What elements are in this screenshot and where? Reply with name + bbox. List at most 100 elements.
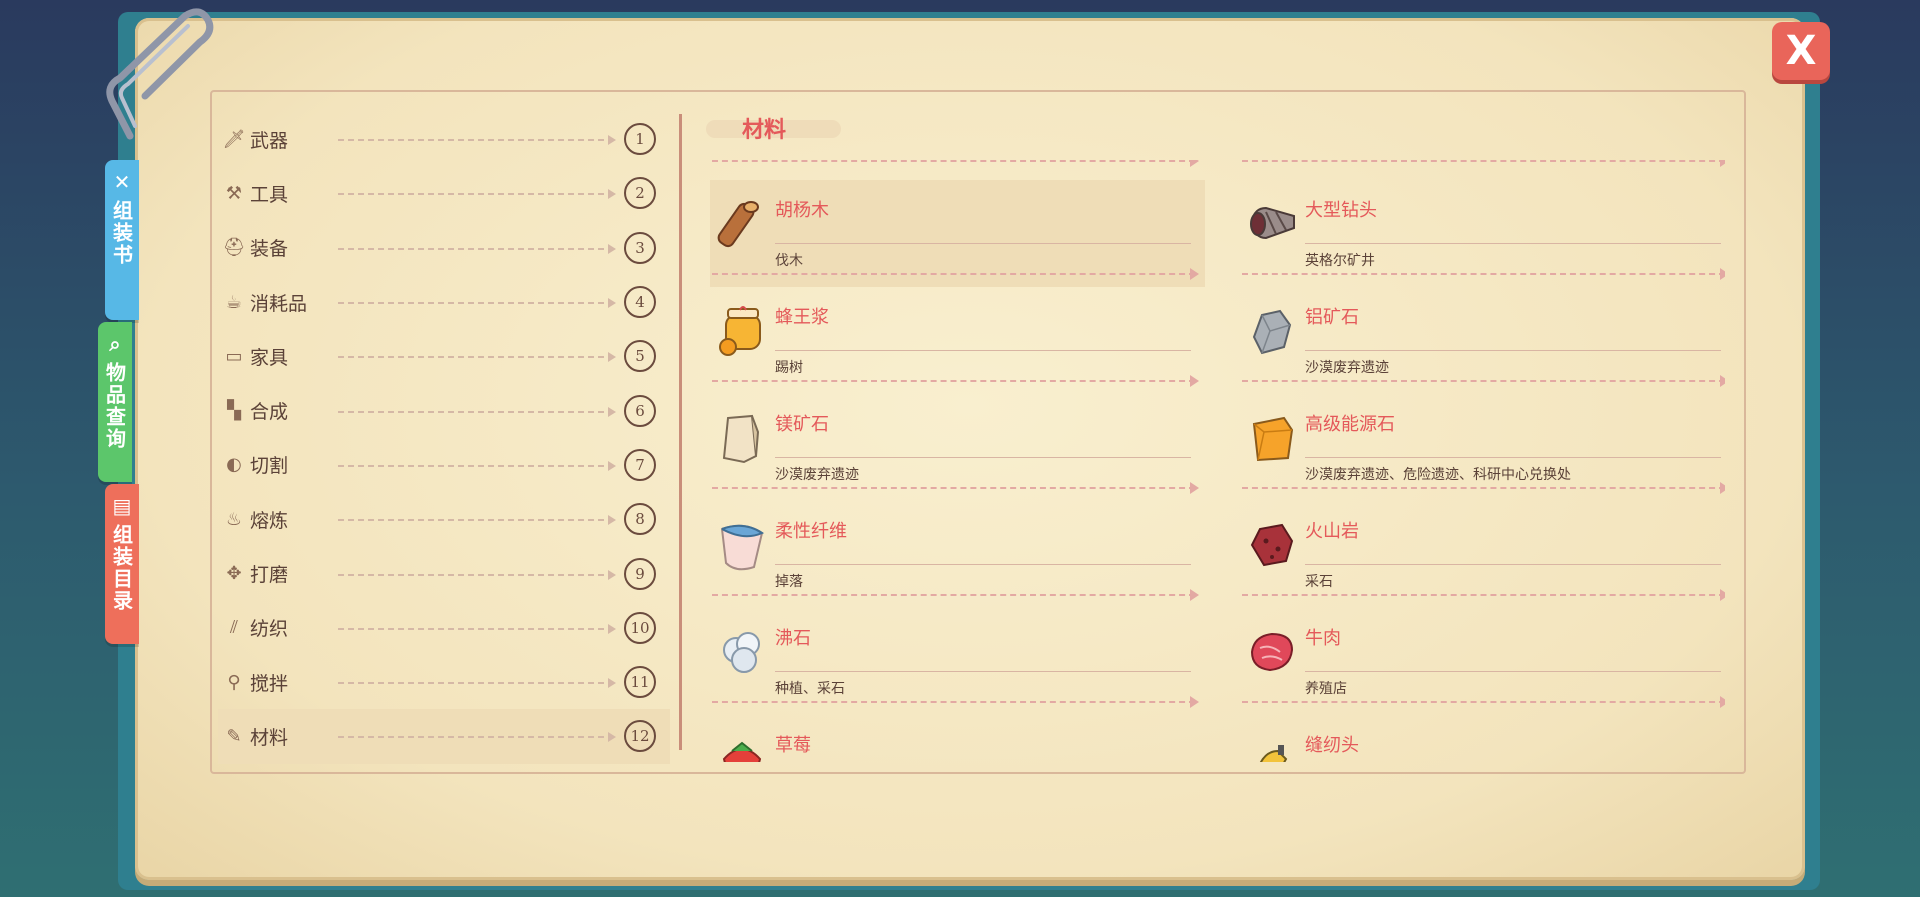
category-weaving[interactable]: ⫽ 纺织 10 [218,601,670,655]
blocks-icon: ▚ [227,400,241,422]
dotted-leader [338,623,616,634]
paperclip-icon [106,8,214,140]
category-number: 11 [624,666,656,699]
item-row[interactable]: 草莓 [710,715,1205,762]
item-row[interactable]: 缝纫头 [1240,715,1725,762]
dashed-separator [712,482,1199,494]
category-equipment[interactable]: ⛑ 装备 3 [218,221,670,275]
underline [775,671,1191,672]
honey-jar-icon [719,306,761,356]
dotted-leader [338,515,616,526]
category-material[interactable]: ✎ 材料 12 [218,709,670,764]
thread-icon: ⫽ [229,617,239,639]
underline [1305,564,1721,565]
dashed-separator [1242,482,1725,494]
item-column-right: 大型钻头 英格尔矿井 铝矿石 沙漠废弃遗迹 高级能源石 沙漠废弃遗迹、危险遗迹、… [1240,160,1725,762]
tab-item-query[interactable]: ⌕ 物品查询 [98,322,132,482]
category-grinding[interactable]: ✥ 打磨 9 [218,546,670,600]
category-number: 9 [624,557,656,590]
dotted-leader [338,189,616,200]
dashed-separator [1242,589,1725,601]
fiber-roll-icon [720,524,765,571]
sword-icon: 🗡 [222,128,246,150]
catalog-icon: ▤ [112,494,132,518]
tab-assembly-book[interactable]: ✕ 组装书 [105,160,139,320]
dotted-leader [338,678,616,689]
dotted-leader [338,298,616,309]
dotted-leader [338,352,616,363]
category-mixing[interactable]: ⚲ 搅拌 11 [218,655,670,709]
underline [1305,243,1721,244]
column-divider [679,114,682,750]
item-row[interactable]: 蜂王浆 踢树 [710,287,1205,394]
underline [775,243,1191,244]
category-number: 1 [624,123,656,156]
saw-icon: ◐ [226,454,242,476]
item-row[interactable]: 火山岩 采石 [1240,501,1725,608]
zeolite-icon [723,632,760,673]
material-icon: ✎ [226,725,242,747]
hammer-icon: ⚒ [225,182,243,204]
underline [775,350,1191,351]
category-cutting[interactable]: ◐ 切割 7 [218,438,670,492]
helmet-icon: ⛑ [222,237,246,259]
item-row[interactable]: 镁矿石 沙漠废弃遗迹 [710,394,1205,501]
item-row[interactable]: 牛肉 养殖店 [1240,608,1725,715]
volcanic-rock-icon [1250,523,1294,567]
dotted-leader [338,569,616,580]
category-number: 8 [624,503,656,536]
item-row[interactable]: 铝矿石 沙漠废弃遗迹 [1240,287,1725,394]
wood-log-icon [717,201,759,248]
dashed-separator [712,268,1199,280]
beef-icon [1250,632,1294,672]
magnifier-icon: ⌕ [109,332,121,356]
food-icon: ☕ [225,291,243,313]
underline [1305,350,1721,351]
whisk-icon: ⚲ [227,671,241,693]
dotted-leader [338,732,616,743]
item-row[interactable]: 胡杨木 伐木 [710,180,1205,287]
magnesium-ore-icon [722,414,760,464]
category-number: 4 [624,286,656,319]
dashed-separator [712,589,1199,601]
close-icon: X [1785,28,1817,74]
flame-icon: ♨ [225,508,243,530]
wrench-icon: ✕ [113,170,131,194]
item-row[interactable]: 柔性纤维 掉落 [710,501,1205,608]
category-weapon[interactable]: 🗡 武器 1 [218,112,670,166]
strawberry-icon [722,741,762,762]
category-tool[interactable]: ⚒ 工具 2 [218,166,670,220]
dashed-separator [712,696,1199,708]
underline [775,457,1191,458]
item-row[interactable]: 高级能源石 沙漠废弃遗迹、危险遗迹、科研中心兑换处 [1240,394,1725,501]
category-number: 5 [624,340,656,373]
category-consumable[interactable]: ☕ 消耗品 4 [218,275,670,329]
dashed-separator [1242,696,1725,708]
category-synthesis[interactable]: ▚ 合成 6 [218,383,670,437]
grinder-icon: ✥ [226,563,242,585]
underline [1305,671,1721,672]
furniture-icon: ▭ [225,345,243,367]
category-number: 10 [624,611,656,644]
drill-bit-icon [1250,206,1295,240]
category-number: 6 [624,394,656,427]
category-list: 🗡 武器 1 ⚒ 工具 2 ⛑ 装备 3 ☕ 消耗品 4 ▭ 家具 5 ▚ 合成… [218,112,670,764]
item-row[interactable]: 沸石 种植、采石 [710,608,1205,715]
category-smelting[interactable]: ♨ 熔炼 8 [218,492,670,546]
category-furniture[interactable]: ▭ 家具 5 [218,329,670,383]
item-grid: 胡杨木 伐木 蜂王浆 踢树 镁矿石 沙漠废弃遗迹 柔性纤维 掉落 沸石 种植、采… [710,160,1725,762]
section-title: 材料 [742,118,787,143]
category-number: 7 [624,448,656,481]
category-number: 12 [624,720,656,753]
close-button[interactable]: X [1772,22,1830,80]
dashed-separator [1242,375,1725,387]
dashed-separator [1242,160,1725,167]
dashed-separator [1242,268,1725,280]
dotted-leader [338,243,616,254]
dashed-separator [712,375,1199,387]
item-row[interactable]: 大型钻头 英格尔矿井 [1240,180,1725,287]
tab-assembly-catalog[interactable]: ▤ 组装目录 [105,484,139,644]
aluminum-ore-icon [1252,309,1292,355]
dotted-leader [338,406,616,417]
category-number: 2 [624,177,656,210]
